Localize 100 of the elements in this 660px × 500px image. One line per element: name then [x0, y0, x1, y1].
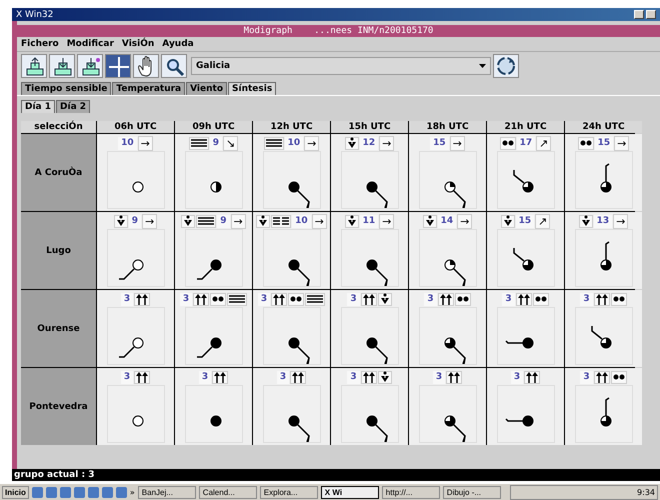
taskbar-button[interactable]: Calend... — [198, 486, 257, 498]
tab[interactable]: Día 1 — [21, 100, 56, 113]
region-dropdown[interactable]: Galicia — [191, 57, 491, 75]
toolbar-button[interactable] — [49, 54, 75, 78]
shower-icon — [182, 215, 194, 227]
double-arrow-icon — [438, 293, 453, 305]
shower-icon — [114, 215, 127, 227]
app-icon[interactable] — [116, 486, 127, 498]
taskbar-button[interactable]: Dibujo -... — [442, 486, 501, 498]
column-header: 21h UTC — [487, 121, 564, 133]
wind-direction: → — [379, 136, 394, 150]
shower-icon — [257, 215, 270, 227]
more-label[interactable]: » — [130, 488, 135, 496]
row-header: Lugo — [21, 212, 96, 289]
refresh-button[interactable] — [493, 54, 519, 78]
maximize-button[interactable] — [646, 10, 656, 19]
station-symbol — [210, 182, 221, 192]
toolbar-button[interactable] — [133, 54, 159, 78]
menu-item[interactable]: Modificar — [66, 39, 114, 49]
value-label: 3 — [347, 370, 360, 384]
double-arrow-icon — [594, 293, 609, 305]
taskbar-button[interactable]: BanJej... — [138, 486, 196, 498]
station-symbol — [512, 248, 533, 270]
station-symbol — [512, 170, 533, 192]
value-label: 15 — [430, 136, 449, 150]
row-header: Pontevedra — [21, 368, 96, 445]
row-header: A CoruÒa — [21, 134, 96, 211]
app-icon[interactable] — [88, 486, 99, 498]
wind-direction: → — [613, 214, 628, 228]
wind-direction: → — [614, 136, 630, 150]
wind-direction: ↗ — [536, 136, 552, 150]
toolbar-button[interactable] — [161, 54, 187, 78]
shower-icon — [424, 215, 436, 227]
app-icon[interactable] — [32, 486, 43, 498]
taskbar-button[interactable]: Explora... — [260, 486, 318, 498]
wind-direction: ↘ — [223, 136, 238, 150]
wind-direction: → — [450, 136, 465, 150]
wind-direction: → — [304, 136, 320, 150]
double-arrow-icon — [213, 371, 228, 383]
value-label: 3 — [180, 292, 192, 306]
fog-icon — [197, 215, 216, 227]
app-icon[interactable] — [74, 486, 85, 498]
start-button[interactable]: Inicio — [2, 486, 29, 498]
double-arrow-icon — [594, 371, 609, 383]
tab[interactable]: Síntesis — [228, 82, 276, 95]
station-symbol — [590, 326, 611, 348]
station-symbol — [366, 182, 388, 209]
toolbar-button[interactable] — [77, 54, 103, 78]
column-header: 06h UTC — [97, 121, 174, 133]
value-label: 3 — [120, 370, 134, 384]
fog-icon — [190, 137, 208, 149]
tab[interactable]: Viento — [186, 82, 228, 95]
station-symbol — [600, 397, 611, 426]
value-label: 11 — [360, 214, 378, 228]
double-arrow-icon — [516, 293, 531, 305]
value-label: 3 — [580, 370, 593, 384]
station-symbol — [132, 416, 143, 426]
column-header: selecciÓn — [21, 121, 96, 133]
station-symbol — [366, 416, 388, 443]
double-arrow-icon — [362, 371, 376, 383]
shower-icon — [580, 215, 592, 227]
station-symbol — [210, 416, 221, 426]
toolbar-button[interactable] — [21, 54, 47, 78]
value-label: 3 — [198, 370, 212, 384]
taskbar-button[interactable]: X Wi — [320, 486, 379, 498]
shower-icon — [378, 371, 391, 383]
value-label: 3 — [258, 292, 270, 306]
value-label: 17 — [516, 136, 536, 150]
app-icon[interactable] — [60, 486, 71, 498]
value-label: 15 — [516, 214, 534, 228]
app-icon[interactable] — [102, 486, 113, 498]
tab[interactable]: Día 2 — [56, 100, 90, 113]
double-arrow-icon — [272, 293, 286, 305]
shower-icon — [346, 137, 358, 149]
double-arrow-icon — [362, 293, 376, 305]
minimize-button[interactable] — [634, 10, 644, 19]
value-label: 3 — [347, 292, 360, 306]
value-label: 3 — [424, 292, 437, 306]
station-symbol — [118, 338, 143, 358]
station-symbol — [288, 260, 310, 287]
value-label: 9 — [128, 214, 142, 228]
value-label: 3 — [432, 370, 446, 384]
wind-direction: → — [230, 214, 246, 228]
app-icon[interactable] — [46, 486, 57, 498]
wind-direction: → — [142, 214, 158, 228]
menu-item[interactable]: Ayuda — [162, 39, 194, 49]
tab[interactable]: Tiempo sensible — [21, 82, 112, 95]
station-symbol — [118, 260, 143, 280]
crosshair-icon — [107, 55, 129, 77]
station-symbol — [504, 338, 533, 348]
taskbar-button[interactable]: http://... — [382, 486, 440, 498]
menu-item[interactable]: Fichero — [21, 39, 59, 49]
tab[interactable]: Temperatura — [112, 82, 186, 95]
status-bar: grupo actual : 3 — [12, 469, 660, 481]
value-label: 10 — [292, 214, 311, 228]
menu-item[interactable]: VisiÓn — [122, 39, 154, 49]
wind-direction: → — [457, 214, 472, 228]
station-symbol — [196, 338, 221, 358]
toolbar-button[interactable] — [105, 54, 131, 78]
column-header: 18h UTC — [409, 121, 486, 133]
